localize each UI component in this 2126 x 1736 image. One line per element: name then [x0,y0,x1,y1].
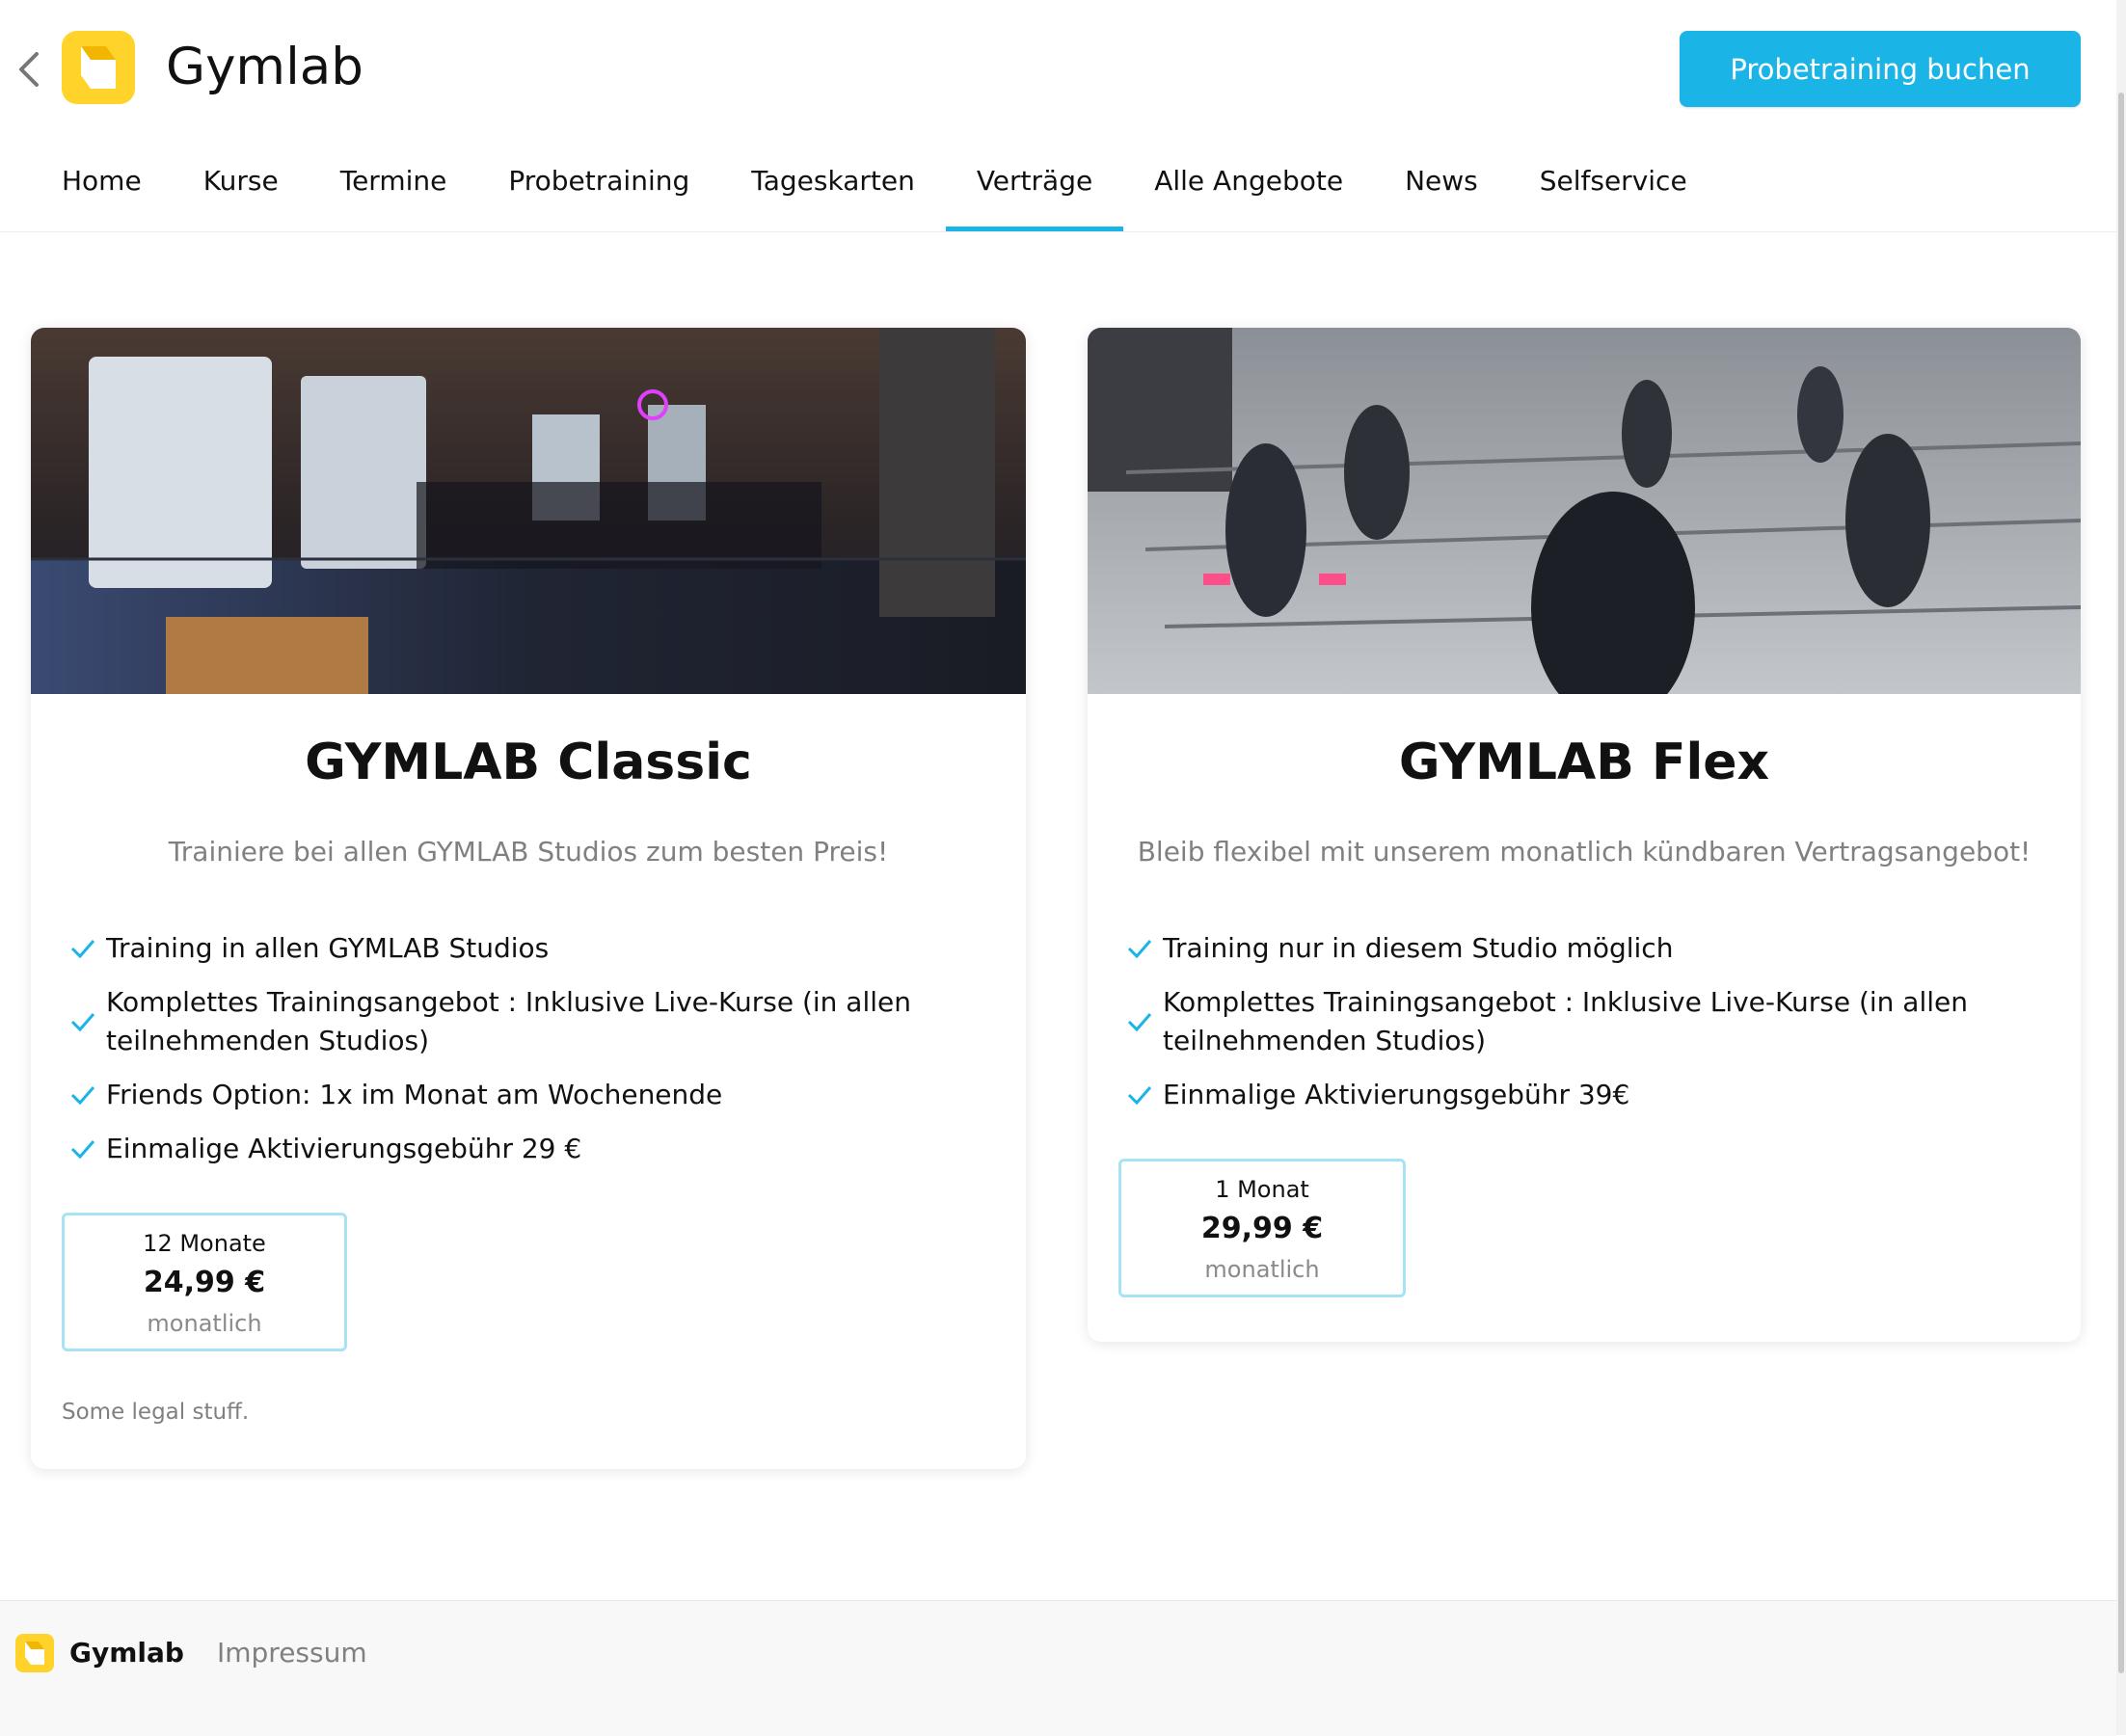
impressum-link[interactable]: Impressum [217,1632,367,1674]
price-period: 12 Monate [143,1230,266,1257]
list-item: Einmalige Aktivierungsgebühr 29 € [62,1130,995,1168]
footer-logo[interactable] [15,1634,54,1672]
feature-list: Training nur in diesem Studio möglich Ko… [1118,929,2050,1114]
price-amount: 29,99 € [1200,1212,1324,1245]
card-subtitle: Trainiere bei allen GYMLAB Studios zum b… [168,836,889,868]
footer: Gymlab Impressum [0,1600,2116,1736]
gym-interior-photo [31,328,1026,694]
card-title: GYMLAB Classic [305,734,752,791]
scrollbar[interactable] [2116,0,2126,1735]
back-button[interactable] [13,48,44,91]
checkmark-icon [1127,940,1152,959]
price-unit: monatlich [1204,1256,1320,1283]
card-title: GYMLAB Flex [1398,734,1770,791]
checkmark-icon [1127,1013,1152,1032]
list-item: Training in allen GYMLAB Studios [62,929,995,968]
legal-note: Some legal stuff. [62,1400,250,1425]
nav-item-news[interactable]: News [1374,147,1509,231]
list-item: Einmalige Aktivierungsgebühr 39€ [1118,1076,2050,1114]
price-option-1-month[interactable]: 1 Monat 29,99 € monatlich [1118,1159,1406,1297]
scrollbar-thumb[interactable] [2118,93,2124,1673]
list-item: Friends Option: 1x im Monat am Wochenend… [62,1076,995,1114]
price-amount: 24,99 € [143,1266,266,1299]
nav-item-kurse[interactable]: Kurse [173,147,309,231]
nav-item-vertraege[interactable]: Verträge [945,147,1124,231]
chevron-left-icon [19,52,39,87]
list-item: Training nur in diesem Studio möglich [1118,929,2050,968]
contract-card-flex: GYMLAB Flex Bleib flexibel mit unserem m… [1088,328,2081,1342]
header-divider [0,231,2116,232]
book-trial-button[interactable]: Probetraining buchen [1680,31,2081,107]
feature-list: Training in allen GYMLAB Studios Komplet… [62,929,995,1168]
checkmark-icon [70,1140,95,1160]
price-period: 1 Monat [1215,1176,1309,1203]
list-item: Komplettes Trainingsangebot : Inklusive … [62,983,995,1060]
list-item: Komplettes Trainingsangebot : Inklusive … [1118,983,2050,1060]
checkmark-icon [70,1013,95,1032]
gymlab-logo[interactable] [62,31,135,104]
nav-item-termine[interactable]: Termine [309,147,478,231]
checkmark-icon [1127,1086,1152,1106]
checkmark-icon [70,940,95,959]
nav-item-alle-angebote[interactable]: Alle Angebote [1123,147,1374,231]
card-subtitle: Bleib flexibel mit unserem monatlich kün… [1137,836,2032,868]
footer-brand: Gymlab [69,1637,184,1669]
nav-item-probetraining[interactable]: Probetraining [477,147,720,231]
price-unit: monatlich [147,1310,262,1337]
checkmark-icon [70,1086,95,1106]
nav-item-home[interactable]: Home [31,147,173,231]
brand-name: Gymlab [166,38,363,96]
main-nav: Home Kurse Termine Probetraining Tageska… [31,147,1718,231]
outdoor-training-photo [1088,328,2081,694]
nav-item-tageskarten[interactable]: Tageskarten [720,147,946,231]
contract-card-classic: GYMLAB Classic Trainiere bei allen GYMLA… [31,328,1026,1469]
price-option-12-months[interactable]: 12 Monate 24,99 € monatlich [62,1213,347,1351]
nav-item-selfservice[interactable]: Selfservice [1509,147,1718,231]
